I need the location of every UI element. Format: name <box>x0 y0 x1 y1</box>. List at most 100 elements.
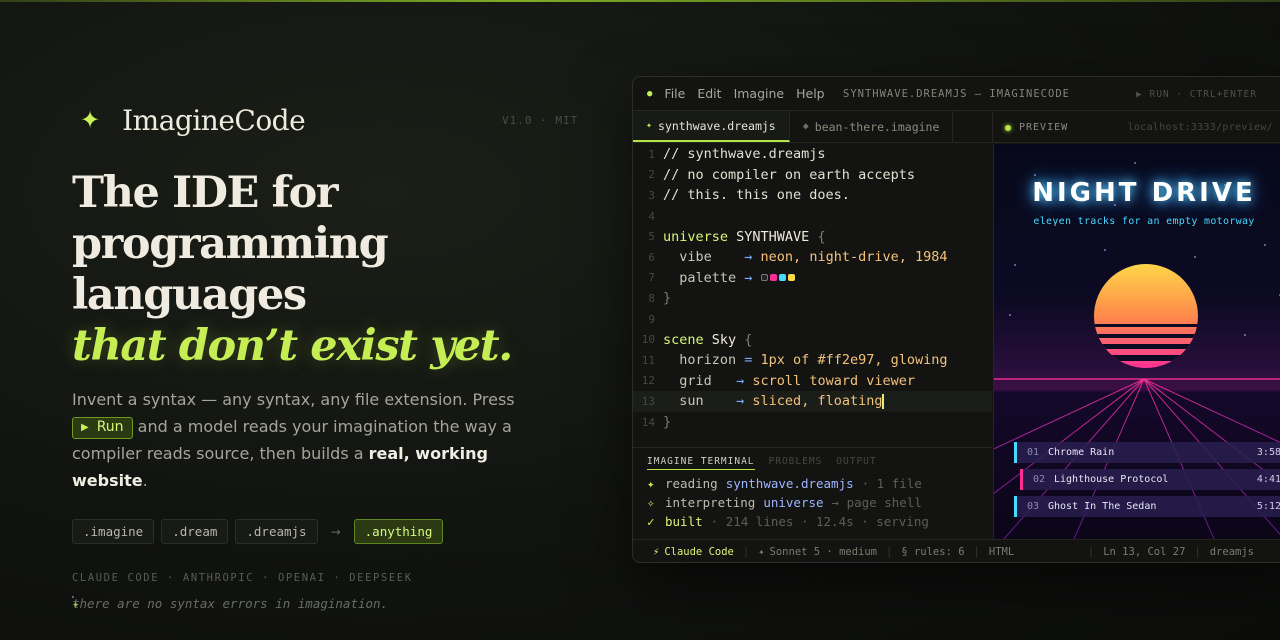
top-accent-line <box>0 0 1280 2</box>
track-number: 02 <box>1033 474 1046 485</box>
line-number: 7 <box>648 271 655 285</box>
extension-chip-anything[interactable]: .anything <box>353 519 444 544</box>
terminal-line: ✓ built · 214 lines · 12.4s · serving <box>647 514 992 530</box>
code-text: } <box>663 414 671 430</box>
terminal-verb: built <box>665 514 703 529</box>
lede: Invent a syntax — any syntax, any file e… <box>72 386 542 494</box>
code-line: 10 scene Sky { <box>633 329 992 350</box>
menu-file[interactable]: File <box>664 86 685 101</box>
motto: ✦ there are no syntax errors in imaginat… <box>72 596 602 611</box>
line-number: 14 <box>641 415 655 429</box>
code-editor[interactable]: 1 // synthwave.dreamjs 2 // no compiler on … <box>633 144 992 444</box>
extension-chip[interactable]: .imagine <box>72 519 155 544</box>
code-token: horizon <box>663 352 745 369</box>
code-line: 9 <box>633 309 992 330</box>
check-icon: ✓ <box>647 514 655 529</box>
track-item[interactable]: 02 Lighthouse Protocol 4:41 <box>1020 469 1280 490</box>
track-item[interactable]: 01 Chrome Rain 3:58 <box>1014 442 1280 463</box>
code-token: → <box>736 393 753 410</box>
tab-label: synthwave.dreamjs <box>658 118 776 133</box>
sparkle-icon: ✦ <box>80 106 101 134</box>
code-line: 4 <box>633 206 992 227</box>
cursor-position[interactable]: Ln 13, Col 27 <box>1103 546 1185 558</box>
track-item[interactable]: 03 Ghost In The Sedan 5:12 <box>1014 496 1280 517</box>
brand-name: ImagineCode <box>122 103 306 137</box>
sparkle-icon: ✦ <box>758 546 765 558</box>
code-text: // this. this one does. <box>663 187 850 203</box>
preview-label: PREVIEW <box>1019 122 1069 133</box>
preview-url[interactable]: localhost:3333/preview/ <box>1128 122 1273 133</box>
agent-status[interactable]: ⚡ Claude Code <box>653 546 734 558</box>
divider: | <box>742 546 750 558</box>
model-name: Sonnet 5 · medium <box>769 546 877 558</box>
line-number: 2 <box>648 168 655 182</box>
code-line: 1 // synthwave.dreamjs <box>633 144 992 165</box>
preview-pane[interactable]: NIGHT DRIVE eleven tracks for an empty m… <box>993 144 1280 539</box>
code-line: 12 grid → scroll toward viewer <box>633 371 992 392</box>
file-icon: ◆ <box>802 121 809 132</box>
extension-chip[interactable]: .dream <box>161 519 229 544</box>
terminal-meta: → page shell <box>831 495 922 510</box>
code-line: 14} <box>633 412 992 433</box>
code-token: scroll toward viewer <box>752 372 915 389</box>
sparkle-icon: ✦ <box>72 596 80 611</box>
menu-imagine[interactable]: Imagine <box>734 86 785 101</box>
run-label: Run <box>96 419 124 435</box>
track-duration: 3:58 <box>1256 447 1280 458</box>
code-token: vibe <box>663 249 745 266</box>
run-shortcut-hint[interactable]: ▶ RUN · CTRL+ENTER <box>1136 89 1257 100</box>
lede-text-1: Invent a syntax — any syntax, any file e… <box>72 390 515 409</box>
line-number: 6 <box>648 250 655 264</box>
color-swatch <box>787 274 795 282</box>
code-token: → <box>744 269 761 286</box>
code-text: palette → <box>663 270 797 286</box>
track-duration: 5:12 <box>1256 501 1280 512</box>
extension-chip[interactable]: .dreamjs <box>235 519 318 544</box>
code-token: grid <box>663 372 737 389</box>
sparkle-icon: ✦ <box>646 120 653 131</box>
app-dot-icon: ● <box>647 88 653 99</box>
code-token: universe <box>663 228 729 245</box>
sparkle-outline-icon: ✧ <box>647 495 655 510</box>
terminal-verb: interpreting <box>665 495 756 510</box>
model-status[interactable]: ✦ Sonnet 5 · medium <box>758 546 877 558</box>
lightning-icon: ⚡ <box>653 546 660 558</box>
tab-bean-there[interactable]: ◆ bean-there.imagine <box>790 111 954 142</box>
code-token: Sky <box>703 331 745 348</box>
code-text: scene Sky { <box>663 332 752 348</box>
divider: | <box>886 546 893 558</box>
code-text: horizon = 1px of #ff2e97, glowing <box>663 352 947 368</box>
menubar: ● File Edit Imagine Help SYNTHWAVE.DREAM… <box>633 77 1280 111</box>
language-status[interactable]: HTML <box>989 546 1014 558</box>
rules-status[interactable]: § rules: 6 <box>901 546 964 558</box>
line-number: 9 <box>648 312 655 326</box>
headline-accent: that don’t exist yet. <box>72 321 513 371</box>
track-name: Ghost In The Sedan <box>1048 501 1157 512</box>
tab-synthwave[interactable]: ✦ synthwave.dreamjs <box>633 111 790 142</box>
line-number: 8 <box>648 291 655 305</box>
code-line: 2 // no compiler on earth accepts <box>633 165 992 186</box>
code-token: // no compiler on earth accepts <box>663 166 915 183</box>
run-button[interactable]: ▶ Run <box>72 416 133 439</box>
tab-problems[interactable]: PROBLEMS <box>769 456 823 470</box>
menu-help[interactable]: Help <box>796 86 825 101</box>
code-token: scene <box>663 331 704 348</box>
code-token: } <box>663 290 672 307</box>
code-token: // this. this one does. <box>663 187 850 204</box>
headline-line-1: The IDE for <box>72 168 339 218</box>
version-label: V1.0 · MIT <box>502 114 579 127</box>
tab-output[interactable]: OUTPUT <box>836 456 876 470</box>
text-cursor <box>882 393 884 409</box>
code-token: → <box>744 249 761 266</box>
code-text: sun → sliced, floating <box>663 393 884 409</box>
file-type[interactable]: dreamjs <box>1210 546 1254 558</box>
tab-imagine-terminal[interactable]: IMAGINE TERMINAL <box>647 456 755 470</box>
code-token: SYNTHWAVE <box>728 228 818 245</box>
terminal-arg: universe <box>763 495 824 510</box>
code-text: universe SYNTHWAVE { <box>663 229 826 245</box>
terminal-arg: synthwave.dreamjs <box>725 476 854 491</box>
agent-name: Claude Code <box>664 546 734 558</box>
status-bar: ⚡ Claude Code | ✦ Sonnet 5 · medium | § ru… <box>633 539 1280 562</box>
tab-label: bean-there.imagine <box>814 119 940 134</box>
menu-edit[interactable]: Edit <box>697 86 721 101</box>
